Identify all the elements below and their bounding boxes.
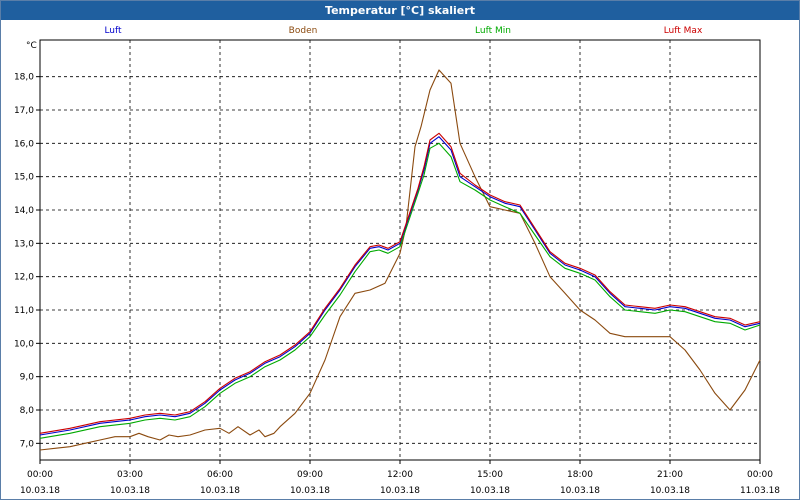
y-tick-label: 11,0	[14, 306, 34, 316]
legend-luft: Luft	[104, 26, 122, 36]
y-tick-label: 9,0	[20, 373, 35, 383]
x-tick-date: 10.03.18	[290, 486, 330, 496]
x-tick-date: 10.03.18	[20, 486, 60, 496]
y-tick-label: 13,0	[14, 239, 34, 249]
x-tick-date: 10.03.18	[470, 486, 510, 496]
x-tick-date: 11.03.18	[740, 486, 780, 496]
x-tick-time: 21:00	[657, 470, 683, 480]
x-tick-time: 03:00	[117, 470, 143, 480]
legend-boden: Boden	[289, 26, 318, 36]
y-tick-label: 12,0	[14, 273, 34, 283]
x-tick-time: 00:00	[747, 470, 773, 480]
y-tick-label: 7,0	[20, 439, 35, 449]
x-axis-ticks: 00:00 10.03.18 03:00 10.03.18 06:00 10.03.18 0…	[20, 460, 780, 496]
x-tick-date: 10.03.18	[380, 486, 420, 496]
x-tick-time: 09:00	[297, 470, 323, 480]
x-tick-date: 10.03.18	[650, 486, 690, 496]
legend: Luft Boden Luft Min Luft Max	[104, 26, 703, 36]
x-tick-time: 12:00	[387, 470, 413, 480]
x-tick-time: 06:00	[207, 470, 233, 480]
y-unit-label: °C	[26, 41, 37, 51]
x-tick-time: 15:00	[477, 470, 503, 480]
y-tick-label: 8,0	[20, 406, 35, 416]
y-tick-label: 18,0	[14, 73, 34, 83]
x-tick-date: 10.03.18	[560, 486, 600, 496]
temperature-chart: 7,0 8,0 9,0 10,0 11,0 12,0 13,0 14,0 15,0 16,0 17,…	[14, 26, 780, 496]
x-tick-date: 10.03.18	[110, 486, 150, 496]
x-tick-time: 00:00	[27, 470, 53, 480]
legend-luft-min: Luft Min	[475, 26, 511, 36]
legend-luft-max: Luft Max	[664, 26, 703, 36]
y-tick-label: 14,0	[14, 206, 34, 216]
y-tick-label: 15,0	[14, 173, 34, 183]
x-tick-time: 18:00	[567, 470, 593, 480]
y-tick-label: 10,0	[14, 339, 34, 349]
y-axis-ticks: 7,0 8,0 9,0 10,0 11,0 12,0 13,0 14,0 15,0 16,0 17,…	[14, 73, 40, 449]
x-tick-date: 10.03.18	[200, 486, 240, 496]
y-tick-label: 17,0	[14, 106, 34, 116]
y-tick-label: 16,0	[14, 139, 34, 149]
grid-lines	[40, 40, 760, 460]
